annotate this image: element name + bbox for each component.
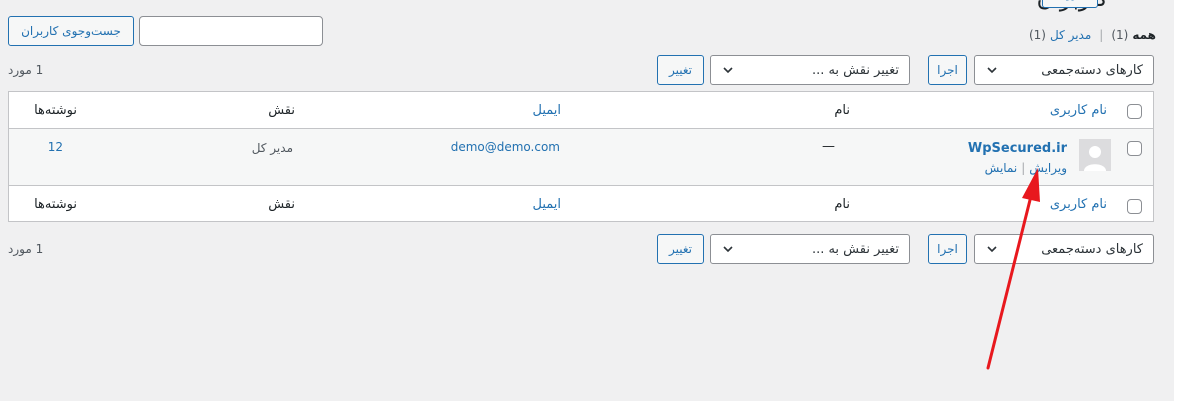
annotation-arrow: [986, 168, 1040, 370]
scrollbar[interactable]: [1174, 0, 1178, 401]
